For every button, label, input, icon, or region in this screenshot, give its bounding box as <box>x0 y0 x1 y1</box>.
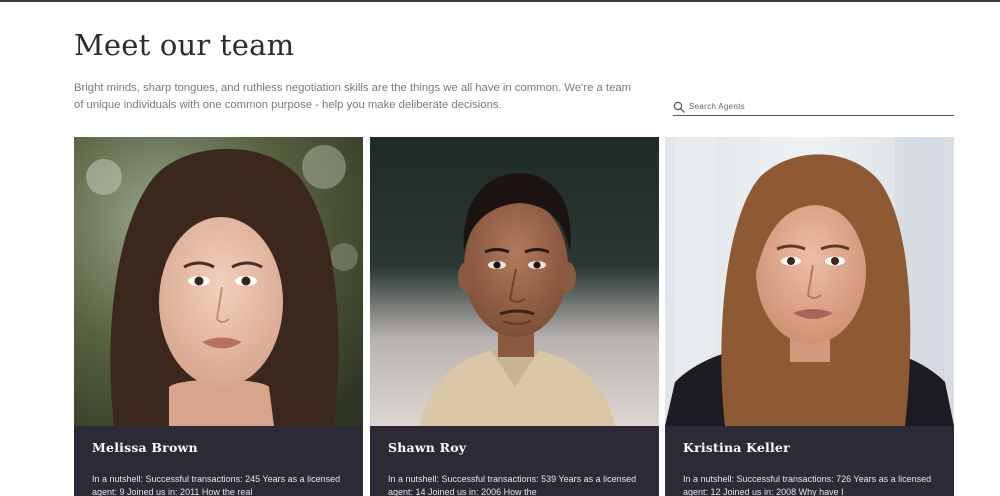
agent-card[interactable]: Kristina Keller In a nutshell: Successfu… <box>665 137 954 496</box>
agent-photo <box>665 137 954 426</box>
agent-card[interactable]: Shawn Roy In a nutshell: Successful tran… <box>370 137 659 496</box>
agent-card[interactable]: Melissa Brown In a nutshell: Successful … <box>74 137 363 496</box>
team-grid: Melissa Brown In a nutshell: Successful … <box>74 137 954 496</box>
agent-info-panel: Kristina Keller In a nutshell: Successfu… <box>665 426 954 496</box>
page-title: Meet our team <box>74 28 295 62</box>
agent-name[interactable]: Kristina Keller <box>683 440 936 455</box>
search-icon <box>673 100 685 113</box>
top-border <box>0 0 1000 2</box>
agent-bio: In a nutshell: Successful transactions: … <box>92 474 341 496</box>
search-input[interactable] <box>689 99 939 113</box>
search-bar[interactable] <box>673 97 954 116</box>
agent-bio: In a nutshell: Successful transactions: … <box>388 474 637 496</box>
agent-info-panel: Shawn Roy In a nutshell: Successful tran… <box>370 426 659 496</box>
agent-info-panel: Melissa Brown In a nutshell: Successful … <box>74 426 363 496</box>
agent-photo <box>74 137 363 426</box>
intro-text: Bright minds, sharp tongues, and ruthles… <box>74 82 632 111</box>
agent-photo <box>370 137 659 426</box>
agent-name[interactable]: Shawn Roy <box>388 440 641 455</box>
agent-bio: In a nutshell: Successful transactions: … <box>683 474 932 496</box>
agent-name[interactable]: Melissa Brown <box>92 440 345 455</box>
